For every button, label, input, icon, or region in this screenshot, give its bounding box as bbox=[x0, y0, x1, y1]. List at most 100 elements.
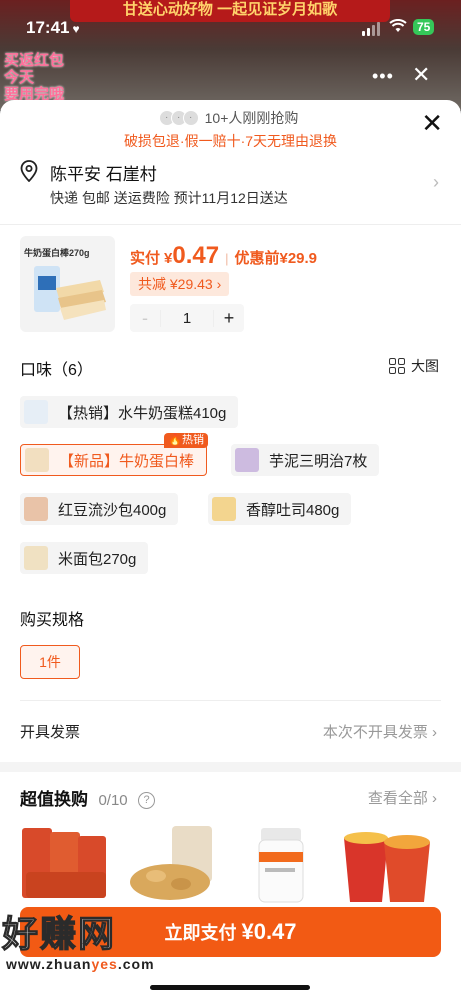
flavor-label: 米面包270g bbox=[58, 550, 137, 568]
chevron-right-icon: › bbox=[216, 276, 222, 292]
flavor-thumbnail bbox=[24, 400, 48, 424]
location-pin-icon bbox=[20, 160, 38, 182]
flavor-label: 红豆流沙包400g bbox=[58, 501, 167, 519]
clock: 17:41 ♥ bbox=[26, 18, 80, 38]
noodle-cup-image bbox=[344, 832, 430, 902]
flavor-label: 香醇吐司480g bbox=[246, 501, 340, 519]
flavor-thumbnail bbox=[212, 497, 236, 521]
site-watermark: 好赚网 www.zhuanyes.com bbox=[1, 912, 202, 972]
product-image bbox=[34, 266, 106, 320]
pay-now-amount: ¥0.47 bbox=[241, 919, 297, 944]
invoice-row[interactable]: 开具发票 本次不开具发票 › bbox=[20, 700, 441, 760]
cellular-signal-icon bbox=[362, 22, 380, 36]
buyer-avatars: · · · bbox=[158, 110, 199, 126]
grid-icon bbox=[389, 358, 405, 374]
before-price: ¥29.9 bbox=[279, 250, 318, 267]
big-view-label: 大图 bbox=[411, 358, 439, 374]
shipping-info: 快递 包邮 送运费险 预计11月12日送达 bbox=[50, 190, 288, 206]
view-all-link[interactable]: 查看全部 › bbox=[368, 787, 437, 808]
discount-amount: ¥29.43 bbox=[169, 276, 213, 292]
watermark-url-a: www.zhuan bbox=[6, 956, 92, 972]
watermark-url-b: .com bbox=[117, 956, 155, 972]
price-line: 实付 ¥ 0.47 | 优惠前¥29.9 bbox=[130, 242, 317, 270]
before-discount: 优惠前¥29.9 bbox=[234, 247, 317, 268]
before-label: 优惠前 bbox=[234, 250, 280, 267]
section-separator bbox=[0, 762, 461, 772]
vitamin-bottle-image bbox=[258, 828, 304, 903]
exchange-count: 0/10 bbox=[98, 792, 128, 809]
more-icon[interactable]: ••• bbox=[372, 66, 394, 87]
product-summary: 牛奶蛋白棒270g 实付 ¥ 0.47 | 优惠前¥29.9 共减 ¥29.43… bbox=[20, 236, 441, 336]
currency-symbol: ¥ bbox=[164, 250, 173, 267]
flavor-thumbnail bbox=[235, 448, 259, 472]
invoice-value: 本次不开具发票 › bbox=[323, 721, 437, 742]
exchange-product-card[interactable] bbox=[338, 822, 434, 906]
flavor-thumbnail bbox=[24, 497, 48, 521]
final-price: 0.47 bbox=[172, 242, 220, 269]
help-icon[interactable]: ? bbox=[138, 792, 156, 809]
flavor-option[interactable]: 红豆流沙包400g bbox=[20, 493, 179, 525]
exchange-header: 超值换购 0/10 ? 查看全部 › bbox=[20, 785, 441, 810]
battery-icon: 75 bbox=[413, 19, 435, 35]
buyers-text: 10+人刚刚抢购 bbox=[204, 110, 299, 126]
spec-title: 购买规格 bbox=[20, 612, 85, 629]
divider bbox=[0, 224, 461, 225]
flavor-option[interactable]: 芋泥三明治7枚 bbox=[231, 444, 380, 476]
overlay-text: 买返红包 今天 要用完哦 bbox=[4, 52, 84, 103]
close-live-icon[interactable]: ✕ bbox=[412, 62, 430, 88]
overlay-line: 今天 bbox=[4, 69, 35, 86]
address-row[interactable]: 陈平安 石崖村 快递 包邮 送运费险 预计11月12日送达 › bbox=[20, 158, 441, 214]
exchange-products bbox=[16, 822, 461, 912]
spec-option-selected[interactable]: 1件 bbox=[20, 645, 80, 679]
chevron-right-icon: › bbox=[427, 724, 437, 741]
exchange-product-card[interactable] bbox=[126, 822, 222, 906]
pay-label: 实付 bbox=[130, 250, 161, 267]
hot-badge-label: 热销 bbox=[182, 434, 205, 446]
flavor-thumbnail bbox=[24, 546, 48, 570]
flavor-title: 口味（6） bbox=[20, 362, 93, 379]
cashew-image bbox=[130, 826, 212, 900]
close-sheet-icon[interactable]: ✕ bbox=[421, 110, 443, 136]
invoice-value-text: 本次不开具发票 bbox=[322, 724, 428, 741]
separator: | bbox=[225, 251, 229, 266]
spicy-strip-image bbox=[22, 828, 106, 898]
watermark-url: www.zhuanyes.com bbox=[6, 956, 202, 972]
invoice-label: 开具发票 bbox=[20, 724, 81, 741]
checkout-sheet: · · · 10+人刚刚抢购 破损包退·假一赔十·7天无理由退换 ✕ 陈平安 石崖村… bbox=[0, 100, 461, 1000]
flavor-option[interactable]: 米面包270g bbox=[20, 542, 149, 574]
flavor-header: 口味（6） 大图 bbox=[20, 356, 441, 380]
clock-text: 17:41 bbox=[26, 18, 70, 37]
flavor-label: 【新品】牛奶蛋白棒 bbox=[59, 452, 195, 470]
hot-badge: 🔥热销 bbox=[164, 433, 209, 448]
guarantee-text: 破损包退·假一赔十·7天无理由退换 bbox=[123, 133, 338, 149]
status-bar: 17:41 ♥ 75 bbox=[0, 0, 461, 50]
sheet-header: · · · 10+人刚刚抢购 破损包退·假一赔十·7天无理由退换 bbox=[0, 108, 461, 151]
overlay-line: 买返红包 bbox=[4, 52, 65, 69]
exchange-product-card[interactable] bbox=[16, 822, 112, 906]
watermark-title: 好赚网 bbox=[1, 912, 117, 954]
quantity-value[interactable]: 1 bbox=[160, 309, 214, 327]
wifi-icon bbox=[389, 19, 407, 32]
quantity-stepper: - 1 + bbox=[130, 304, 244, 332]
big-view-toggle[interactable]: 大图 bbox=[389, 356, 439, 376]
flavor-option[interactable]: 香醇吐司480g bbox=[208, 493, 352, 525]
recipient-address: 陈平安 石崖村 bbox=[50, 165, 157, 184]
flavor-thumbnail bbox=[25, 448, 49, 472]
flavor-option[interactable]: 【热销】水牛奶蛋糕410g bbox=[20, 396, 239, 428]
flavor-label: 【热销】水牛奶蛋糕410g bbox=[58, 404, 227, 422]
recent-buyers: · · · 10+人刚刚抢购 bbox=[0, 108, 461, 128]
view-all-label: 查看全部 bbox=[367, 790, 428, 807]
discount-label: 共减 bbox=[138, 276, 166, 292]
exchange-product-card[interactable] bbox=[241, 822, 337, 906]
heart-icon: ♥ bbox=[72, 22, 80, 36]
chevron-right-icon: › bbox=[433, 172, 439, 192]
flavor-label: 芋泥三明治7枚 bbox=[269, 452, 368, 470]
flavor-option-selected[interactable]: 【新品】牛奶蛋白棒 🔥热销 bbox=[20, 433, 209, 476]
watermark-url-em: yes bbox=[91, 956, 118, 972]
home-indicator[interactable] bbox=[150, 985, 310, 990]
discount-badge[interactable]: 共减 ¥29.43 › bbox=[130, 272, 230, 296]
exchange-title: 超值换购 bbox=[20, 790, 88, 809]
increase-button[interactable]: + bbox=[214, 308, 244, 329]
decrease-button[interactable]: - bbox=[130, 308, 160, 329]
product-thumbnail[interactable]: 牛奶蛋白棒270g bbox=[20, 236, 115, 332]
